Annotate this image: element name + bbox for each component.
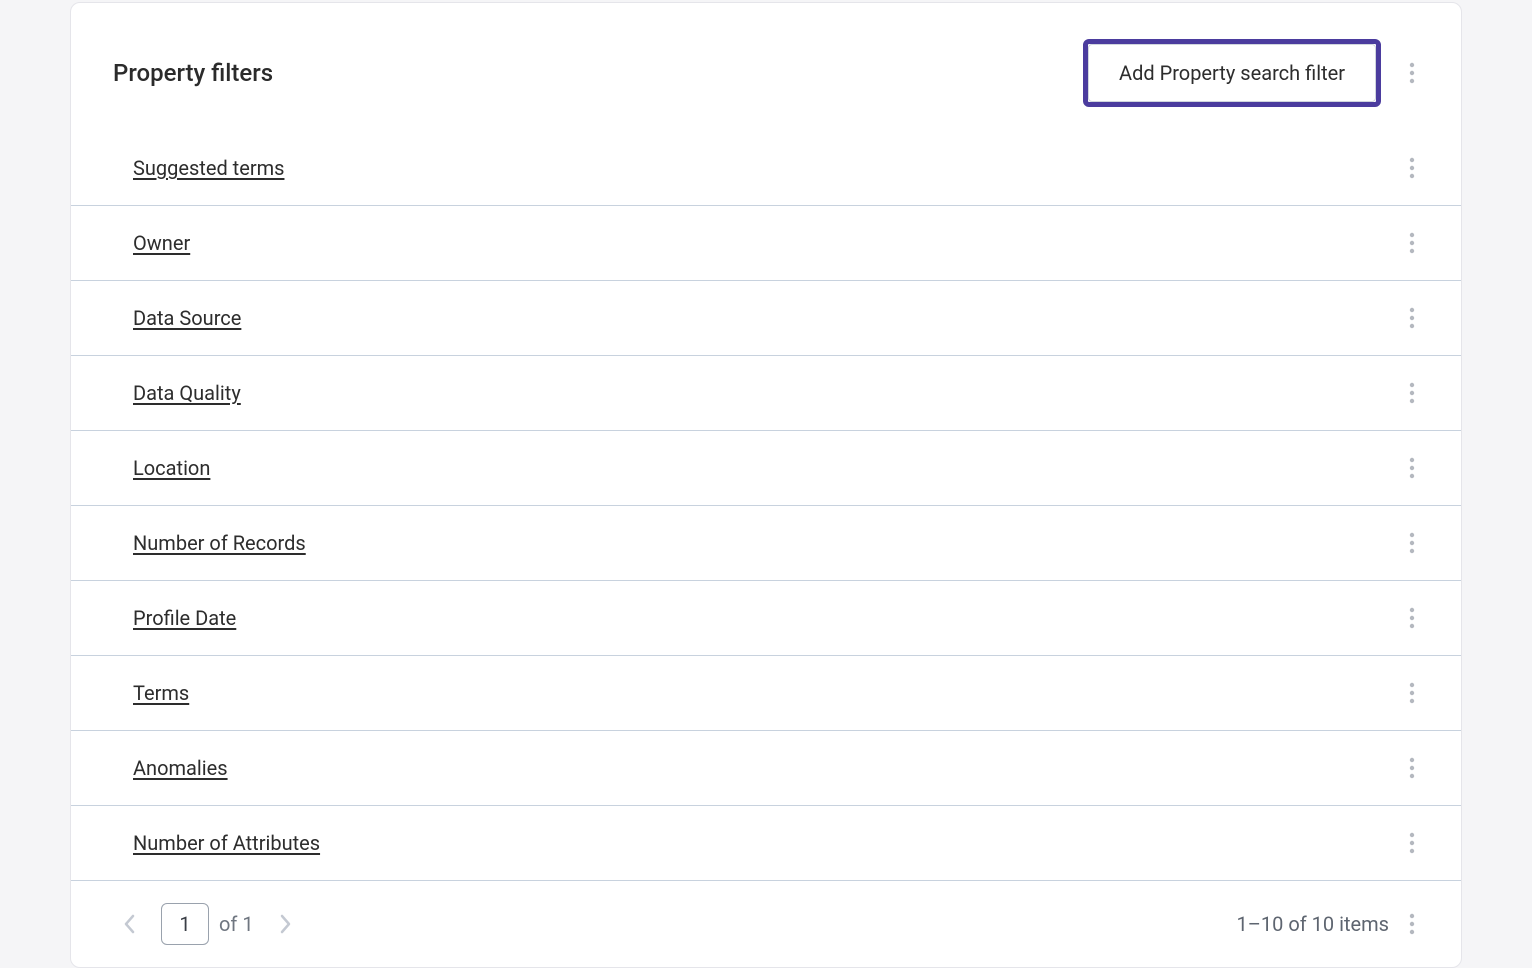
row-more-menu[interactable] bbox=[1395, 601, 1429, 635]
property-filters-panel: Property filters Add Property search fil… bbox=[70, 2, 1462, 968]
pagination-footer: of 1 1–10 of 10 items bbox=[71, 881, 1461, 967]
row-more-menu[interactable] bbox=[1395, 301, 1429, 335]
filter-list: Suggested terms Owner Data Source Data Q… bbox=[71, 131, 1461, 881]
row-more-menu[interactable] bbox=[1395, 376, 1429, 410]
filter-link-data-quality[interactable]: Data Quality bbox=[133, 381, 1395, 405]
row-more-menu[interactable] bbox=[1395, 676, 1429, 710]
list-item: Number of Attributes bbox=[71, 806, 1461, 881]
list-item: Location bbox=[71, 431, 1461, 506]
more-vertical-icon bbox=[1409, 232, 1415, 254]
list-item: Anomalies bbox=[71, 731, 1461, 806]
row-more-menu[interactable] bbox=[1395, 151, 1429, 185]
filter-link-number-of-attributes[interactable]: Number of Attributes bbox=[133, 831, 1395, 855]
list-item: Data Quality bbox=[71, 356, 1461, 431]
add-button-highlight: Add Property search filter bbox=[1083, 39, 1381, 107]
next-page-button[interactable] bbox=[268, 907, 302, 941]
more-vertical-icon bbox=[1409, 913, 1415, 935]
filter-link-data-source[interactable]: Data Source bbox=[133, 306, 1395, 330]
filter-link-owner[interactable]: Owner bbox=[133, 231, 1395, 255]
more-vertical-icon bbox=[1409, 682, 1415, 704]
current-page-input[interactable] bbox=[161, 903, 209, 945]
more-vertical-icon bbox=[1409, 757, 1415, 779]
list-item: Data Source bbox=[71, 281, 1461, 356]
previous-page-button[interactable] bbox=[113, 907, 147, 941]
list-item: Terms bbox=[71, 656, 1461, 731]
more-vertical-icon bbox=[1409, 307, 1415, 329]
header-more-menu[interactable] bbox=[1395, 56, 1429, 90]
row-more-menu[interactable] bbox=[1395, 451, 1429, 485]
row-more-menu[interactable] bbox=[1395, 226, 1429, 260]
filter-link-number-of-records[interactable]: Number of Records bbox=[133, 531, 1395, 555]
more-vertical-icon bbox=[1409, 457, 1415, 479]
row-more-menu[interactable] bbox=[1395, 751, 1429, 785]
list-item: Profile Date bbox=[71, 581, 1461, 656]
more-vertical-icon bbox=[1409, 382, 1415, 404]
filter-link-suggested-terms[interactable]: Suggested terms bbox=[133, 156, 1395, 180]
add-property-search-filter-button[interactable]: Add Property search filter bbox=[1088, 44, 1376, 102]
list-item: Number of Records bbox=[71, 506, 1461, 581]
more-vertical-icon bbox=[1409, 607, 1415, 629]
items-range-label: 1–10 of 10 items bbox=[1237, 912, 1389, 936]
row-more-menu[interactable] bbox=[1395, 826, 1429, 860]
panel-title: Property filters bbox=[113, 59, 1083, 87]
filter-link-location[interactable]: Location bbox=[133, 456, 1395, 480]
row-more-menu[interactable] bbox=[1395, 526, 1429, 560]
chevron-right-icon bbox=[278, 913, 292, 935]
filter-link-anomalies[interactable]: Anomalies bbox=[133, 756, 1395, 780]
more-vertical-icon bbox=[1409, 832, 1415, 854]
footer-more-menu[interactable] bbox=[1395, 907, 1429, 941]
filter-link-terms[interactable]: Terms bbox=[133, 681, 1395, 705]
more-vertical-icon bbox=[1409, 532, 1415, 554]
filter-link-profile-date[interactable]: Profile Date bbox=[133, 606, 1395, 630]
total-pages-label: of 1 bbox=[219, 912, 254, 936]
more-vertical-icon bbox=[1409, 157, 1415, 179]
list-item: Owner bbox=[71, 206, 1461, 281]
more-vertical-icon bbox=[1409, 62, 1415, 84]
panel-header: Property filters Add Property search fil… bbox=[71, 3, 1461, 131]
list-item: Suggested terms bbox=[71, 131, 1461, 206]
chevron-left-icon bbox=[123, 913, 137, 935]
